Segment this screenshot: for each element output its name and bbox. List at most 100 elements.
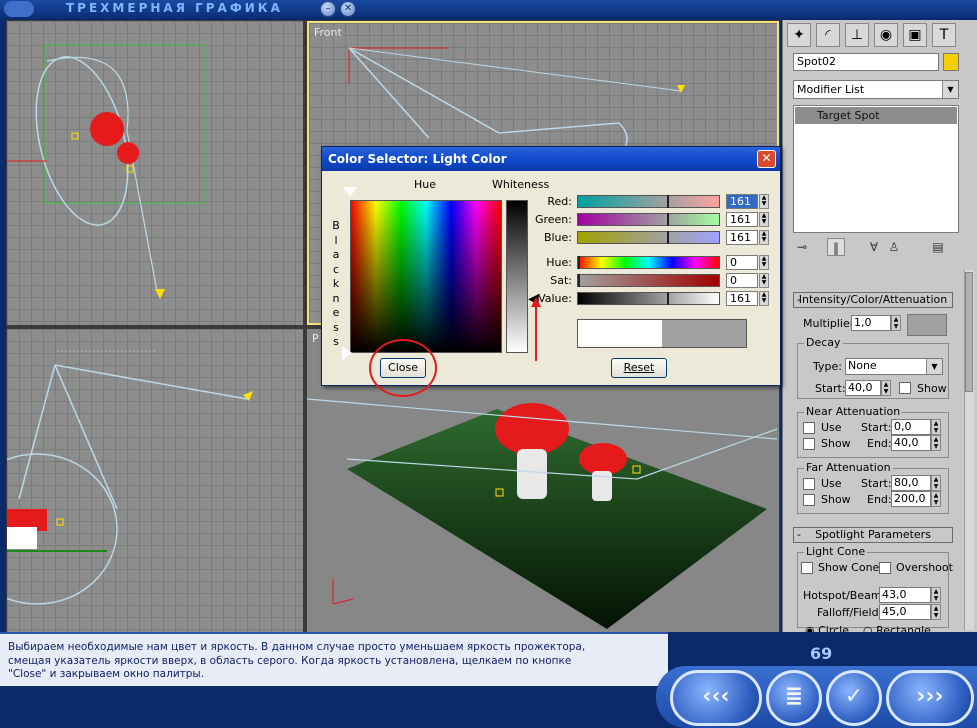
falloff-field[interactable]: 45,0 [879, 604, 931, 620]
blackness-letter: n [332, 291, 340, 305]
color-slider[interactable] [577, 195, 720, 208]
hue-blackness-field[interactable] [350, 200, 502, 353]
slider-spinner[interactable]: ▲ ▼ [759, 194, 769, 209]
slider-value-field[interactable]: 161 [726, 212, 758, 227]
near-end-field[interactable]: 40,0 [891, 435, 931, 451]
falloff-spinner[interactable]: ▲ ▼ [931, 604, 941, 620]
far-attenuation-title: Far Attenuation [804, 461, 893, 474]
configure-sets-icon[interactable]: ▤ [929, 238, 947, 256]
prev-button[interactable]: ‹‹‹ [670, 670, 762, 726]
slider-value-field[interactable]: 0 [726, 273, 758, 288]
check-button[interactable]: ✓ [826, 670, 882, 726]
near-show-checkbox[interactable] [803, 438, 815, 450]
display-tab[interactable]: ▣ [903, 23, 927, 47]
rollout-intensity-header[interactable]: - Intensity/Color/Attenuation [793, 292, 953, 308]
caption-line: Выбираем необходимые нам цвет и яркость.… [8, 641, 586, 653]
slider-spinner[interactable]: ▲ ▼ [759, 273, 769, 288]
dialog-close-icon[interactable]: ✕ [757, 150, 776, 168]
color-slider[interactable] [577, 213, 720, 226]
pin-stack-icon[interactable]: ⊸ [793, 238, 811, 256]
slider-value-field[interactable]: 161 [726, 291, 758, 306]
far-end-label: End: [867, 493, 892, 506]
minimize-button[interactable]: – [320, 1, 336, 17]
decay-show-checkbox[interactable] [899, 382, 911, 394]
slider-spinner[interactable]: ▲ ▼ [759, 230, 769, 245]
circle-radio[interactable]: ◉ Circle [805, 624, 849, 632]
viewport-top[interactable] [7, 21, 303, 325]
near-start-spinner[interactable]: ▲ ▼ [931, 419, 941, 435]
far-start-spinner[interactable]: ▲ ▼ [931, 475, 941, 491]
slider-value-field[interactable]: 161 [726, 230, 758, 245]
modifier-stack[interactable]: Target Spot [793, 105, 959, 233]
slider-spinner[interactable]: ▲ ▼ [759, 291, 769, 306]
highlight-circle [369, 339, 437, 397]
light-color-swatch[interactable] [907, 314, 947, 336]
viewport-left[interactable] [7, 329, 303, 632]
remove-modifier-icon[interactable]: ♙ [885, 238, 903, 256]
slider-thumb[interactable] [667, 213, 669, 226]
hotspot-field[interactable]: 43,0 [879, 587, 931, 603]
hierarchy-tab[interactable]: ⊥ [845, 23, 869, 47]
decay-start-field[interactable]: 40,0 [845, 380, 881, 396]
far-start-label: Start: [861, 477, 892, 490]
slider-thumb[interactable] [667, 195, 669, 208]
far-end-field[interactable]: 200,0 [891, 491, 931, 507]
light-cone-title: Light Cone [804, 545, 868, 558]
rollout-spotlight-header[interactable]: - Spotlight Parameters [793, 527, 953, 543]
object-color-swatch[interactable] [943, 53, 959, 71]
slider-thumb[interactable] [578, 256, 580, 269]
color-slider[interactable] [577, 256, 720, 269]
color-slider[interactable] [577, 231, 720, 244]
slider-spinner[interactable]: ▲ ▼ [759, 255, 769, 270]
far-use-checkbox[interactable] [803, 478, 815, 490]
color-slider[interactable] [577, 274, 720, 287]
next-icon: ››› [916, 684, 944, 709]
reset-button[interactable]: Reset [611, 358, 667, 378]
panel-scroll-thumb[interactable] [965, 272, 973, 392]
blackness-letter: l [334, 233, 338, 247]
create-tab[interactable]: ✦ [787, 23, 811, 47]
rectangle-radio[interactable]: ○ Rectangle [863, 624, 931, 632]
close-app-button[interactable]: ✕ [340, 1, 356, 17]
slider-value-field[interactable]: 0 [726, 255, 758, 270]
multiplier-field[interactable]: 1,0 [851, 315, 891, 331]
far-show-checkbox[interactable] [803, 494, 815, 506]
slider-label: Blue: [543, 231, 572, 244]
slider-thumb[interactable] [578, 274, 580, 287]
hotspot-spinner[interactable]: ▲ ▼ [931, 587, 941, 603]
modifier-list-dropdown[interactable]: Modifier List ▼ [793, 80, 959, 99]
decay-start-spinner[interactable]: ▲ ▼ [881, 380, 891, 396]
show-cone-label: Show Cone [818, 561, 880, 574]
slider-value-field[interactable]: 161 [726, 194, 758, 209]
object-name-field[interactable]: Spot02 [793, 53, 939, 71]
blackness-marker-icon[interactable] [342, 346, 352, 360]
hue-marker-icon[interactable] [343, 187, 357, 197]
slider-thumb[interactable] [667, 292, 669, 305]
next-button[interactable]: ››› [886, 670, 974, 726]
near-use-checkbox[interactable] [803, 422, 815, 434]
slider-spinner[interactable]: ▲ ▼ [759, 212, 769, 227]
overshoot-checkbox[interactable] [879, 562, 891, 574]
near-end-spinner[interactable]: ▲ ▼ [931, 435, 941, 451]
modify-icon: ◜ [825, 27, 831, 43]
slider-thumb[interactable] [667, 231, 669, 244]
utilities-tab[interactable]: T [932, 23, 956, 47]
show-cone-checkbox[interactable] [801, 562, 813, 574]
menu-button[interactable]: ≣ [766, 670, 822, 726]
slider-label: Hue: [546, 256, 572, 269]
near-start-field[interactable]: 0,0 [891, 419, 931, 435]
decay-type-dropdown[interactable]: None ▼ [845, 358, 943, 375]
slider-label: Sat: [550, 274, 572, 287]
far-start-field[interactable]: 80,0 [891, 475, 931, 491]
circle-label: Circle [818, 624, 849, 632]
make-unique-icon[interactable]: ∀ [865, 238, 883, 256]
show-end-result-icon[interactable]: ‖ [827, 238, 845, 256]
color-slider[interactable] [577, 292, 720, 305]
motion-tab[interactable]: ◉ [874, 23, 898, 47]
modify-tab[interactable]: ◜ [816, 23, 840, 47]
multiplier-spinner[interactable]: ▲ ▼ [891, 315, 901, 331]
blackness-letter: c [332, 262, 340, 276]
far-end-spinner[interactable]: ▲ ▼ [931, 491, 941, 507]
hotspot-label: Hotspot/Beam: [803, 589, 886, 602]
stack-item-target-spot[interactable]: Target Spot [795, 107, 957, 124]
